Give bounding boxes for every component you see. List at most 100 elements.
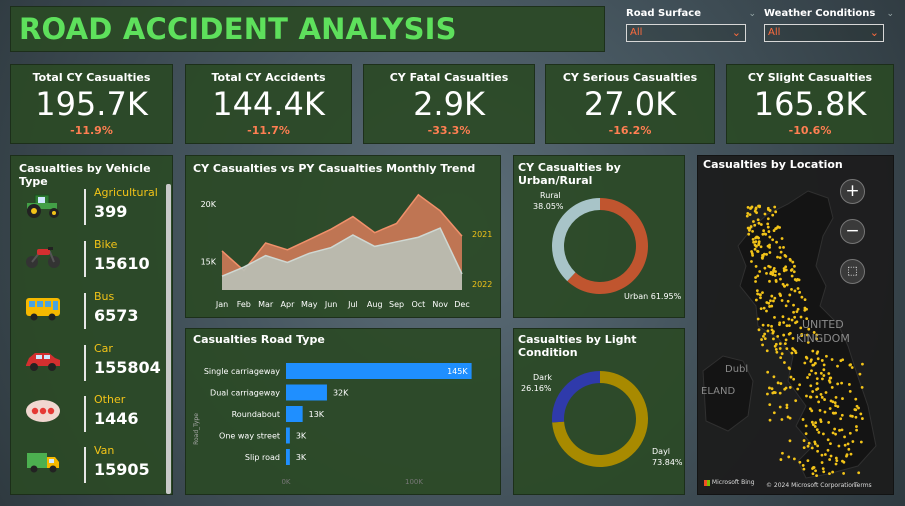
map-point xyxy=(761,291,764,295)
map-point xyxy=(785,347,789,350)
kpi-slight-casualties: CY Slight Casualties 165.8K -10.6% xyxy=(726,64,894,144)
series-label: 2021 xyxy=(472,230,492,239)
map-point xyxy=(778,342,782,346)
map-point xyxy=(813,442,817,446)
map-point xyxy=(840,413,844,417)
map-point xyxy=(840,428,844,432)
map-point xyxy=(783,284,786,288)
category-label: Slip road xyxy=(245,453,280,462)
kpi-total-casualties: Total CY Casualties 195.7K -11.9% xyxy=(10,64,173,144)
map-label-kingdom: KINGDOM xyxy=(796,332,850,345)
urban-rural-panel: CY Casualties by Urban/Rural Rural 38.05… xyxy=(513,155,685,318)
map-point xyxy=(793,289,797,293)
map-point xyxy=(773,273,777,277)
urban-label: Urban 61.95% xyxy=(624,292,682,301)
map-point xyxy=(814,469,817,473)
map-point xyxy=(763,337,767,341)
weather-label: Weather Conditions xyxy=(764,8,876,19)
map-point xyxy=(803,298,807,302)
map-point xyxy=(831,431,835,435)
map-point xyxy=(846,442,850,446)
map-point xyxy=(770,328,774,332)
map-point xyxy=(765,252,768,256)
car-icon xyxy=(26,353,60,371)
location-map-panel[interactable]: Casualties by Location UNITED KINGDOM Du… xyxy=(697,155,894,495)
select-area-button[interactable]: ⬚ xyxy=(840,259,865,284)
map-point xyxy=(765,349,769,353)
map-point xyxy=(792,457,796,461)
map-point xyxy=(826,438,830,442)
map-point xyxy=(779,250,783,254)
weather-dropdown[interactable]: All ⌄ xyxy=(764,24,884,42)
map-point xyxy=(854,415,858,419)
map-point xyxy=(753,223,757,227)
chevron-down-icon: ⌄ xyxy=(731,26,741,39)
map-point xyxy=(832,411,836,415)
map-point xyxy=(778,391,782,395)
map-point xyxy=(819,371,823,375)
map-point xyxy=(790,287,793,291)
map-point xyxy=(768,265,772,269)
map-point xyxy=(814,371,818,375)
map-point xyxy=(822,368,826,372)
chevron-down-icon[interactable]: ⌄ xyxy=(748,9,756,19)
vehicle-name: Bike xyxy=(94,238,118,251)
road-surface-dropdown[interactable]: All ⌄ xyxy=(626,24,746,42)
map-point xyxy=(823,410,827,414)
road-surface-slicer: Road Surface ⌄ All ⌄ xyxy=(626,8,756,42)
map-point xyxy=(773,205,777,209)
map-point xyxy=(816,357,820,361)
map-point xyxy=(804,355,808,359)
map-point xyxy=(766,217,770,221)
chevron-down-icon[interactable]: ⌄ xyxy=(886,9,894,19)
uk-map[interactable]: UNITED KINGDOM Dubl ELAND xyxy=(698,156,895,496)
bar xyxy=(286,427,290,444)
map-point xyxy=(822,363,826,367)
map-point xyxy=(791,260,795,264)
zoom-out-button[interactable]: − xyxy=(840,219,865,244)
vehicle-scrollbar[interactable] xyxy=(166,184,171,494)
map-point xyxy=(768,243,771,247)
map-point xyxy=(788,293,792,297)
kpi-value: 2.9K xyxy=(413,85,485,123)
vehicle-value: 155804 xyxy=(94,358,161,377)
map-point xyxy=(849,452,853,456)
map-point xyxy=(854,397,858,401)
map-point xyxy=(840,381,844,385)
map-point xyxy=(777,272,781,276)
weather-slicer: Weather Conditions ⌄ All ⌄ xyxy=(764,8,894,42)
map-point xyxy=(810,420,814,424)
map-point xyxy=(839,417,843,421)
map-point xyxy=(821,377,824,381)
map-point xyxy=(766,329,770,333)
map-point xyxy=(810,358,813,362)
light-condition-donut xyxy=(552,371,648,467)
map-point xyxy=(814,421,818,425)
kpi-change: -11.7% xyxy=(247,124,290,137)
map-point xyxy=(802,446,806,450)
map-point xyxy=(755,211,758,215)
map-point xyxy=(752,220,755,223)
map-point xyxy=(828,407,832,410)
map-point xyxy=(859,440,863,444)
kpi-change: -11.9% xyxy=(70,124,113,137)
map-point xyxy=(848,389,852,393)
map-point xyxy=(833,427,837,431)
map-point xyxy=(793,278,797,281)
map-point xyxy=(745,214,749,218)
map-point xyxy=(768,209,772,212)
map-point xyxy=(830,358,834,361)
map-point xyxy=(848,431,852,435)
map-point xyxy=(795,320,799,324)
y-tick-label: 15K xyxy=(201,257,217,266)
map-point xyxy=(788,386,792,389)
map-label-ireland: ELAND xyxy=(701,386,735,397)
terms-link[interactable]: Terms xyxy=(854,482,872,489)
map-point xyxy=(787,317,791,321)
map-point xyxy=(843,435,846,439)
map-point xyxy=(759,245,763,249)
vehicle-value: 1446 xyxy=(94,409,139,428)
zoom-in-button[interactable]: + xyxy=(840,179,865,204)
map-point xyxy=(772,299,775,303)
map-point xyxy=(792,310,795,314)
